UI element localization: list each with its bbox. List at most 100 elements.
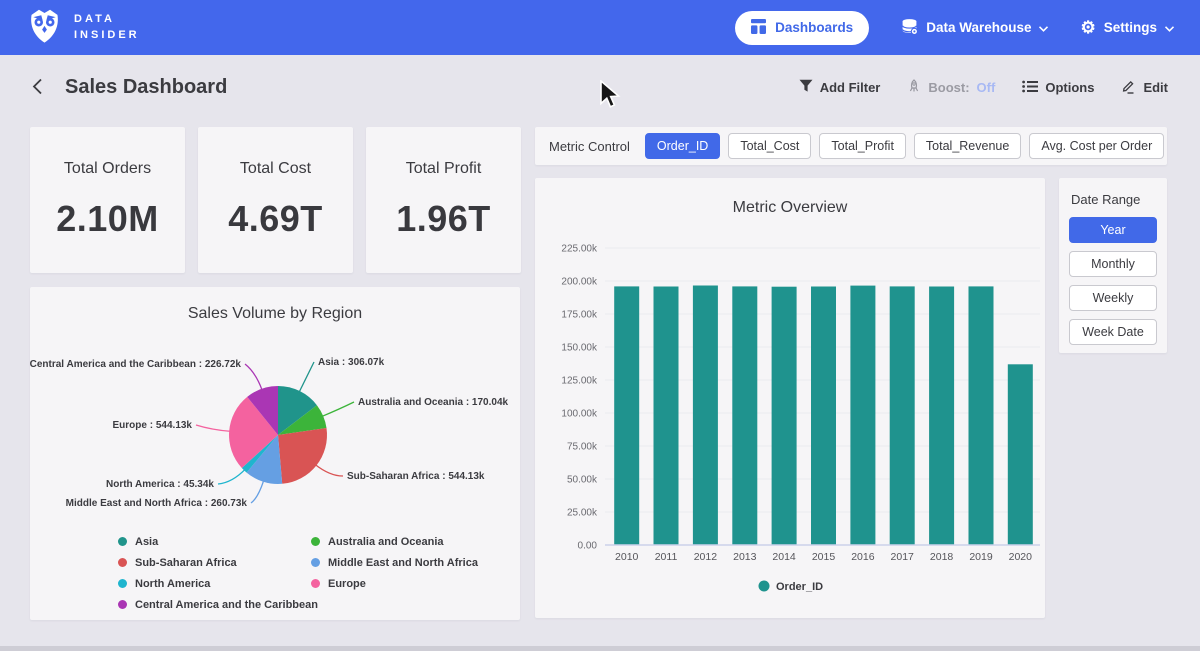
bar-2016[interactable] (850, 286, 875, 545)
bar-2015[interactable] (811, 287, 836, 546)
boost-label: Boost: (928, 80, 969, 95)
pie-legend: Asia Sub-Saharan Africa North America Centr… (118, 531, 478, 615)
legend-label: Central America and the Caribbean (135, 599, 318, 611)
legend-label: Middle East and North Africa (328, 557, 478, 569)
bar-legend-label[interactable]: Order_ID (776, 581, 823, 593)
x-axis-tick-label: 2019 (969, 551, 993, 563)
y-axis-tick-label: 125.00k (561, 376, 598, 387)
legend-dot (311, 537, 320, 546)
date-range-card: Date Range Year Monthly Weekly Week Date (1059, 178, 1167, 353)
pie-slice-label: Australia and Oceania : 170.04k (358, 397, 509, 408)
legend-label: Asia (135, 536, 158, 548)
bar-chart-card: Metric Overview 0.0025.00k50.00k75.00k10… (535, 178, 1045, 618)
pie-label-connector (315, 464, 343, 476)
metric-option-total-profit[interactable]: Total_Profit (819, 133, 906, 159)
legend-dot (311, 558, 320, 567)
kpi-card-total-cost: Total Cost 4.69T (198, 127, 353, 273)
bar-2018[interactable] (929, 287, 954, 546)
nav-settings[interactable]: ⚙ Settings (1080, 19, 1174, 36)
date-range-option-monthly[interactable]: Monthly (1069, 251, 1157, 277)
legend-dot (118, 558, 127, 567)
bottom-edge (0, 646, 1200, 651)
legend-item-europe[interactable]: Europe (311, 573, 478, 594)
legend-item-middle-east-and-north-africa[interactable]: Middle East and North Africa (311, 552, 478, 573)
back-button[interactable] (32, 78, 43, 98)
metric-control-label: Metric Control (549, 139, 630, 154)
database-icon (901, 18, 918, 38)
pie-label-connector (196, 425, 231, 431)
edit-label: Edit (1143, 80, 1168, 95)
bar-2017[interactable] (890, 286, 915, 545)
boost-toggle[interactable]: Boost: Off (907, 79, 995, 97)
metric-option-avg-cost-per-order[interactable]: Avg. Cost per Order (1029, 133, 1164, 159)
bulleted-list-icon (1022, 80, 1038, 96)
bar-2020[interactable] (1008, 364, 1033, 545)
brand-line2: INSIDER (74, 28, 140, 44)
add-filter-button[interactable]: Add Filter (799, 79, 881, 96)
metric-option-total-cost[interactable]: Total_Cost (728, 133, 811, 159)
legend-dot (118, 537, 127, 546)
owl-logo-icon (26, 5, 63, 50)
legend-item-asia[interactable]: Asia (118, 531, 311, 552)
date-range-option-year[interactable]: Year (1069, 217, 1157, 243)
date-range-label: Date Range (1071, 192, 1157, 207)
legend-item-sub-saharan-africa[interactable]: Sub-Saharan Africa (118, 552, 311, 573)
kpi-label: Total Cost (240, 160, 311, 178)
x-axis-tick-label: 2013 (733, 551, 757, 563)
date-range-options: Year Monthly Weekly Week Date (1069, 217, 1157, 345)
pie-label-connector (251, 480, 264, 503)
navbar-menu: Dashboards Data Warehouse (735, 11, 1174, 45)
nav-dashboards-button[interactable]: Dashboards (735, 11, 869, 45)
bar-2014[interactable] (772, 287, 797, 545)
chevron-down-icon (1165, 20, 1174, 35)
bar-2011[interactable] (654, 287, 679, 546)
pie-label-connector (245, 364, 262, 391)
y-axis-tick-label: 225.00k (561, 244, 598, 255)
gear-icon: ⚙ (1080, 19, 1095, 36)
date-range-option-weekly[interactable]: Weekly (1069, 285, 1157, 311)
bar-2013[interactable] (732, 286, 757, 545)
y-axis-tick-label: 100.00k (561, 409, 598, 420)
options-button[interactable]: Options (1022, 80, 1094, 96)
nav-dashboards-label: Dashboards (775, 20, 853, 35)
pie-slice-label: Middle East and North Africa : 260.73k (66, 498, 248, 509)
date-range-option-week-date[interactable]: Week Date (1069, 319, 1157, 345)
pie-slice-label: Sub-Saharan Africa : 544.13k (347, 471, 485, 482)
x-axis-tick-label: 2017 (891, 551, 915, 563)
add-filter-label: Add Filter (820, 80, 881, 95)
legend-item-australia-and-oceania[interactable]: Australia and Oceania (311, 531, 478, 552)
metric-option-order-id[interactable]: Order_ID (645, 133, 720, 159)
header-actions: Add Filter Boost: Off (799, 79, 1168, 97)
nav-settings-label: Settings (1104, 20, 1157, 35)
pie-chart-card: Sales Volume by Region Asia : 306.07kAus… (30, 287, 520, 620)
pie-slice-label: Europe : 544.13k (113, 420, 193, 431)
y-axis-tick-label: 0.00 (578, 541, 598, 552)
pie-legend-column: Australia and Oceania Middle East and Nor… (311, 531, 478, 615)
x-axis-tick-label: 2012 (694, 551, 718, 563)
top-navbar: DATA INSIDER Dashboards (0, 0, 1200, 55)
kpi-value: 2.10M (56, 198, 159, 240)
brand-logo[interactable]: DATA INSIDER (26, 5, 140, 50)
pie-slice-sub-saharan-africa[interactable] (278, 428, 327, 484)
pie-slice-label: Central America and the Caribbean : 226.… (30, 359, 241, 370)
rocket-icon (907, 79, 921, 97)
bar-2012[interactable] (693, 286, 718, 546)
metric-control-options: Order_ID Total_Cost Total_Profit Total_Reve… (645, 133, 1164, 159)
metric-option-total-revenue[interactable]: Total_Revenue (914, 133, 1021, 159)
legend-label: North America (135, 578, 210, 590)
kpi-value: 4.69T (228, 198, 323, 240)
edit-button[interactable]: Edit (1121, 79, 1168, 97)
funnel-icon (799, 79, 813, 96)
y-axis-tick-label: 175.00k (561, 310, 598, 321)
legend-item-central-america-and-the-caribbean[interactable]: Central America and the Caribbean (118, 594, 311, 615)
y-axis-tick-label: 25.00k (567, 508, 598, 519)
nav-data-warehouse[interactable]: Data Warehouse (901, 18, 1048, 38)
bar-2019[interactable] (969, 286, 994, 545)
legend-label: Europe (328, 578, 366, 590)
page-title: Sales Dashboard (65, 76, 227, 99)
pie-slice-label: North America : 45.34k (106, 479, 214, 490)
legend-item-north-america[interactable]: North America (118, 573, 311, 594)
x-axis-tick-label: 2020 (1009, 551, 1033, 563)
bar-2010[interactable] (614, 286, 639, 545)
x-axis-tick-label: 2016 (851, 551, 875, 563)
